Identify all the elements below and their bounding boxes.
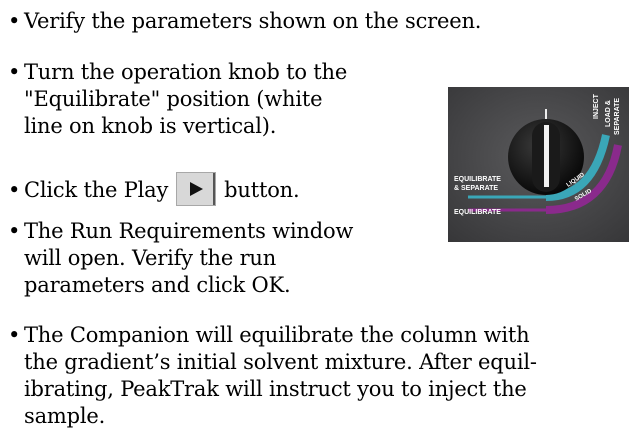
load-separate-label-1: LOAD &: [605, 100, 612, 127]
inject-label: INJECT: [593, 93, 600, 119]
bullet-dot: •: [8, 60, 21, 84]
step-1: • Verify the parameters shown on the scr…: [8, 8, 628, 35]
play-icon: [190, 181, 204, 196]
equilibrate-separate-label-1: EQUILIBRATE: [454, 176, 501, 183]
step-3-before: Click the Play: [24, 178, 169, 202]
bullet-dot: •: [8, 178, 21, 202]
play-button-edge: [213, 172, 216, 205]
step-3: • Click the Play button.: [8, 171, 438, 206]
step-4-text: The Run Requirements window will open. V…: [24, 219, 354, 297]
step-5-text: The Companion will equilibrate the colum…: [24, 323, 537, 428]
bullet-dot: •: [8, 323, 21, 347]
play-button[interactable]: [176, 171, 217, 206]
equilibrate-label: EQUILIBRATE: [454, 209, 501, 216]
equilibrate-separate-label-2: & SEPARATE: [454, 185, 498, 192]
bullet-dot: •: [8, 9, 21, 33]
operation-knob-photo: INJECT LOAD & SEPARATE EQUILIBRATE & SEP…: [448, 87, 629, 242]
step-2: • Turn the operation knob to the "Equili…: [8, 59, 438, 140]
bullet-dot: •: [8, 219, 21, 243]
step-3-text: Click the Play button.: [24, 171, 438, 206]
step-2-text: Turn the operation knob to the "Equilibr…: [24, 60, 348, 138]
step-1-text: Verify the parameters shown on the scree…: [24, 9, 482, 33]
load-separate-label-2: SEPARATE: [614, 98, 621, 135]
knob-indicator-line: [544, 125, 549, 187]
step-3-after: button.: [224, 178, 300, 202]
step-4: • The Run Requirements window will open.…: [8, 218, 438, 299]
step-5: • The Companion will equilibrate the col…: [8, 322, 633, 430]
